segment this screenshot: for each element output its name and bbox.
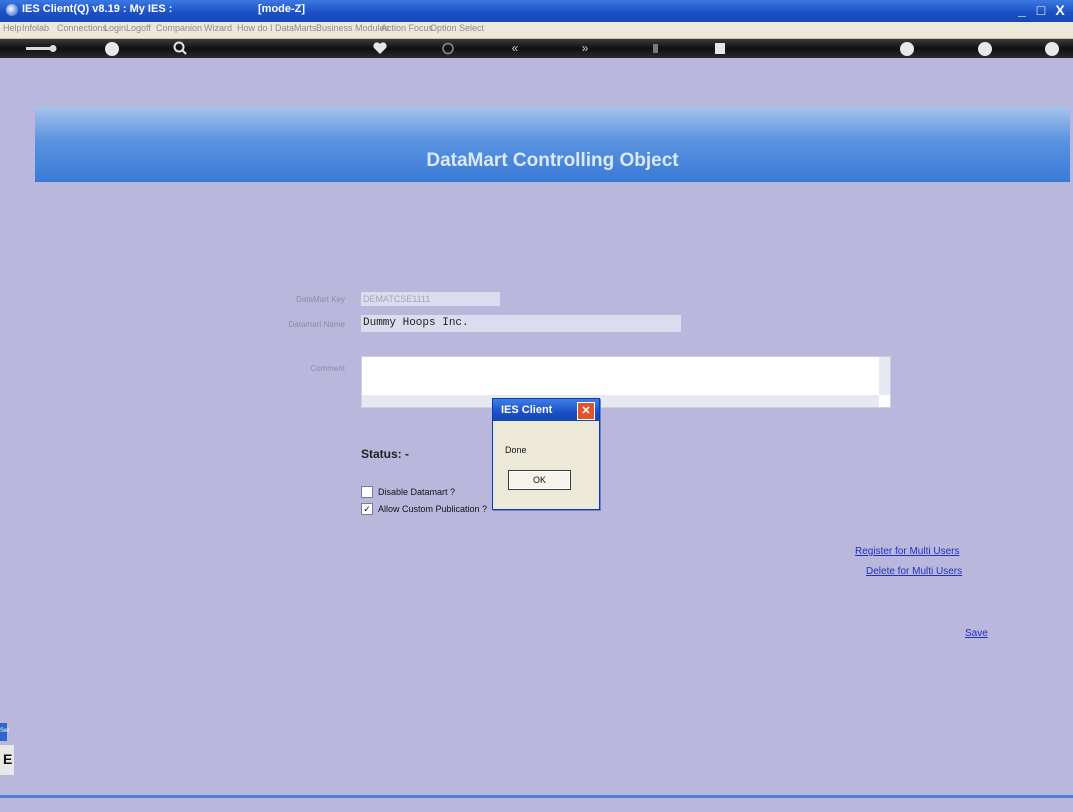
datamart-key-field[interactable]: DEMATCSE1111 bbox=[361, 292, 500, 306]
check-icon[interactable] bbox=[978, 42, 992, 56]
vertical-scrollbar[interactable] bbox=[879, 357, 890, 395]
close-button[interactable]: X bbox=[1051, 2, 1069, 19]
page-header: DataMart Controlling Object bbox=[35, 106, 1070, 182]
menu-action-focus[interactable]: Action Focus bbox=[381, 23, 433, 33]
minimize-button[interactable]: _ bbox=[1013, 2, 1031, 19]
menu-companion[interactable]: Companion bbox=[156, 23, 202, 33]
menu-connections[interactable]: Connections bbox=[57, 23, 107, 33]
horizontal-scrollbar[interactable] bbox=[362, 395, 879, 407]
page-title: DataMart Controlling Object bbox=[426, 150, 679, 171]
status-label: Status: - bbox=[361, 447, 409, 461]
ok-button[interactable]: OK bbox=[508, 470, 571, 490]
prev-icon[interactable]: « bbox=[505, 39, 525, 58]
register-multi-users-link[interactable]: Register for Multi Users bbox=[855, 546, 959, 557]
maximize-button[interactable]: □ bbox=[1032, 2, 1050, 19]
menu-option-select[interactable]: Option Select bbox=[430, 23, 484, 33]
dialog-close-button[interactable]: ✕ bbox=[577, 402, 595, 420]
stop-icon[interactable] bbox=[710, 39, 730, 58]
window-mode: [mode-Z] bbox=[258, 3, 306, 15]
title-bar: IES Client(Q) v8.19 : My IES : [mode-Z] … bbox=[0, 0, 1073, 22]
comment-textarea[interactable] bbox=[361, 356, 891, 408]
side-tab-label: Ser bbox=[0, 728, 10, 734]
menu-wizard[interactable]: Wizard bbox=[204, 23, 232, 33]
menu-business-modules[interactable]: Business Modules bbox=[316, 23, 389, 33]
search-icon[interactable] bbox=[170, 39, 190, 58]
save-link[interactable]: Save bbox=[965, 628, 988, 639]
dialog-title: IES Client bbox=[501, 404, 553, 416]
help-icon[interactable] bbox=[105, 42, 119, 56]
key-icon[interactable] bbox=[22, 39, 58, 58]
menu-datamarts[interactable]: DataMarts bbox=[275, 23, 317, 33]
side-panel-letter: E bbox=[3, 751, 13, 767]
disable-datamart-label: Disable Datamart ? bbox=[378, 487, 456, 497]
disable-datamart-checkbox[interactable] bbox=[361, 486, 373, 498]
print-icon[interactable] bbox=[900, 42, 914, 56]
menu-login[interactable]: Login bbox=[104, 23, 126, 33]
heart-icon[interactable] bbox=[370, 39, 390, 58]
app-icon bbox=[6, 4, 18, 16]
message-dialog: IES Client ✕ Done OK bbox=[492, 398, 600, 510]
menu-how-do-i[interactable]: How do I bbox=[237, 23, 273, 33]
window-title: IES Client(Q) v8.19 : My IES : bbox=[22, 3, 173, 15]
datamart-key-label: DataMart Key bbox=[296, 295, 345, 304]
close-icon[interactable] bbox=[1045, 42, 1059, 56]
bottom-bar bbox=[0, 795, 1073, 812]
refresh-icon[interactable] bbox=[438, 39, 458, 58]
datamart-name-label: Datamart Name bbox=[288, 320, 345, 329]
menu-logoff[interactable]: Logoff bbox=[126, 23, 151, 33]
next-icon[interactable]: » bbox=[575, 39, 595, 58]
comment-label: Comment bbox=[310, 364, 345, 373]
new-icon[interactable] bbox=[645, 39, 665, 58]
menu-help[interactable]: Help bbox=[3, 23, 22, 33]
delete-multi-users-link[interactable]: Delete for Multi Users bbox=[866, 566, 962, 577]
dialog-message: Done bbox=[505, 445, 527, 455]
side-panel[interactable]: E bbox=[0, 745, 14, 775]
menu-infolab[interactable]: Infolab bbox=[22, 23, 49, 33]
datamart-name-field[interactable]: Dummy Hoops Inc. bbox=[361, 315, 681, 332]
allow-custom-publication-checkbox[interactable]: ✓ bbox=[361, 503, 373, 515]
side-tab[interactable]: Ser bbox=[0, 723, 10, 741]
allow-custom-publication-label: Allow Custom Publication ? bbox=[378, 504, 488, 514]
